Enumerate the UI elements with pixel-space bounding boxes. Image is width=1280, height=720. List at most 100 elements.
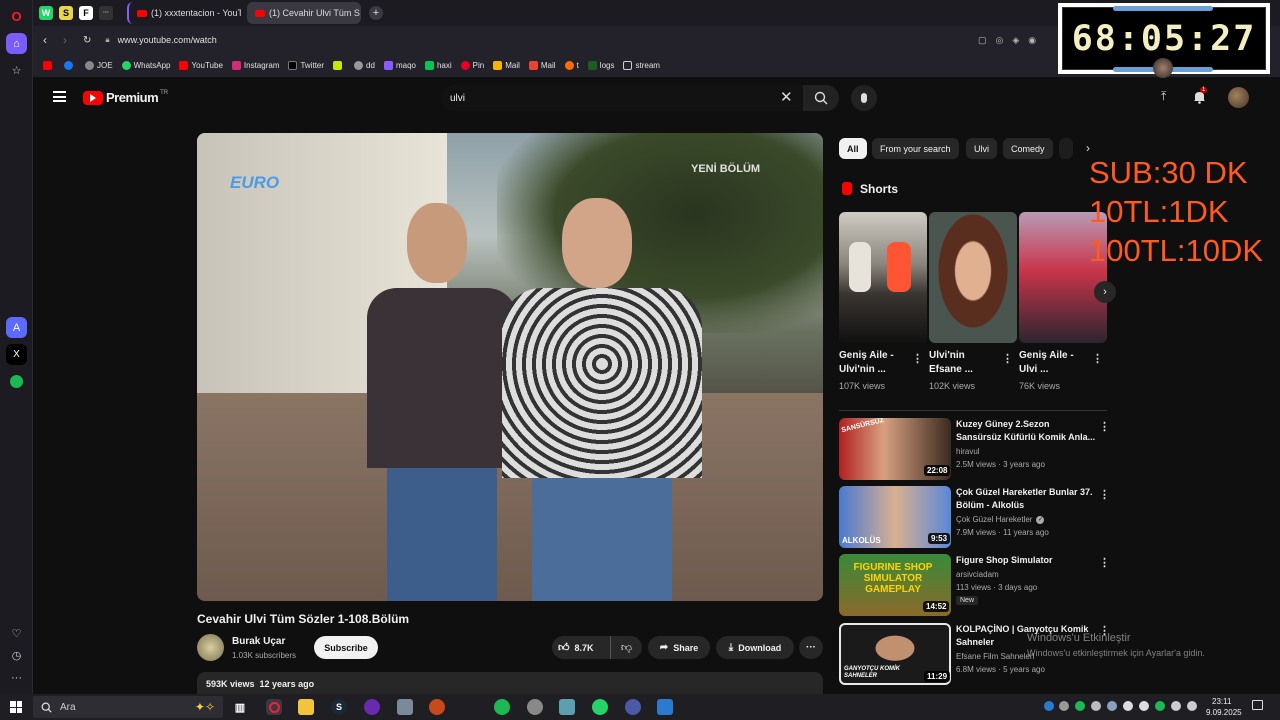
tray-icon-9[interactable] (1171, 701, 1181, 711)
bookmark-instagram[interactable]: Instagram (231, 61, 279, 70)
notification-center-icon[interactable] (1252, 700, 1263, 710)
bookmark-logs[interactable]: logs (587, 61, 614, 70)
tray-icon-1[interactable] (1044, 701, 1054, 711)
bookmark-twitter[interactable]: Twitter (288, 61, 324, 70)
spotify-icon[interactable] (6, 371, 27, 392)
bookmark-maqo[interactable]: maqo (383, 61, 416, 70)
back-icon[interactable]: ‹ (43, 33, 47, 47)
windows-start-icon[interactable] (10, 701, 22, 713)
taskbar-search[interactable]: Ara ✦✧ (33, 696, 223, 718)
chip-comedy[interactable]: Comedy (1003, 138, 1053, 159)
heart-icon[interactable]: ♡ (6, 623, 27, 644)
file-explorer-icon[interactable] (298, 699, 314, 715)
history-icon[interactable]: ◷ (6, 645, 27, 666)
tray-icon-4[interactable] (1091, 701, 1101, 711)
pinned-tab-s[interactable]: S (59, 6, 73, 20)
tab-xxxtentacion[interactable]: (1) xxxtentacion - YouTube (127, 2, 241, 24)
app-icon-6[interactable] (657, 699, 673, 715)
related-title-3[interactable]: Figure Shop Simulator (956, 554, 1096, 567)
upload-icon[interactable]: ⤒ (1161, 89, 1166, 104)
short-title-1[interactable]: Geniş Aile - Ulvi'nin ... (839, 349, 909, 377)
more-icon[interactable]: ··· (6, 667, 27, 688)
search-button[interactable] (803, 85, 839, 111)
steam-icon[interactable]: S (331, 699, 347, 715)
tray-icon-7[interactable] (1139, 701, 1149, 711)
discord-icon[interactable] (364, 699, 380, 715)
voice-search-button[interactable] (851, 85, 877, 111)
related-menu-icon-3[interactable]: ⋮ (1099, 556, 1110, 569)
tray-icon-8[interactable] (1155, 701, 1165, 711)
bookmark-facebook[interactable] (64, 61, 76, 70)
youtube-logo[interactable]: Premium TR (83, 90, 168, 105)
related-channel-4[interactable]: Efsane Film Sahneleri (956, 652, 1034, 661)
channel-avatar[interactable] (197, 634, 224, 661)
download-button[interactable]: ⤓ Download (716, 636, 794, 659)
short-title-2[interactable]: Ulvi'nin Efsane ... (929, 349, 999, 377)
forward-icon[interactable]: › (63, 33, 67, 47)
bookmark-mail-1[interactable]: Mail (493, 61, 520, 70)
pinned-tab-whatsapp[interactable]: W (39, 6, 53, 20)
bookmark-green[interactable] (333, 61, 345, 70)
chip-from-your-search[interactable]: From your search (872, 138, 959, 159)
pinboard-icon[interactable]: ☆ (6, 60, 27, 81)
bookmark-pin[interactable]: Pin (460, 61, 484, 70)
avatar[interactable] (1228, 87, 1249, 108)
search-input[interactable] (450, 90, 770, 106)
dislike-button[interactable]: 👎︎ (610, 636, 642, 659)
whatsapp-taskbar-icon[interactable] (592, 699, 608, 715)
share-button[interactable]: ➦ Share (648, 636, 710, 659)
url-field[interactable]: www.youtube.com/watch (118, 35, 217, 45)
like-button[interactable]: 👍︎ 8.7K (558, 641, 594, 654)
reload-icon[interactable]: ↻ (83, 35, 91, 46)
aria-icon[interactable]: A (6, 317, 27, 338)
tray-icon-3[interactable] (1075, 701, 1085, 711)
related-channel-1[interactable]: hiravul (956, 447, 980, 456)
more-actions-button[interactable]: ··· (799, 636, 823, 659)
pinned-tab-f[interactable]: F (79, 6, 93, 20)
subscribe-button[interactable]: Subscribe (314, 636, 378, 659)
short-title-3[interactable]: Geniş Aile - Ulvi ... (1019, 349, 1089, 377)
app-icon-4[interactable] (559, 699, 575, 715)
x-twitter-icon[interactable]: X (6, 344, 27, 365)
related-menu-icon-2[interactable]: ⋮ (1099, 488, 1110, 501)
chip-all[interactable]: All (839, 138, 867, 159)
opera-taskbar-icon[interactable] (266, 699, 282, 715)
chip-ulvi[interactable]: Ulvi (966, 138, 997, 159)
task-view-icon[interactable]: ▥ (232, 699, 248, 715)
short-thumbnail-1[interactable] (839, 212, 927, 343)
chip-truncated[interactable] (1059, 138, 1073, 159)
bookmark-youtube-red[interactable] (43, 61, 55, 70)
new-tab-button[interactable]: + (369, 6, 383, 20)
related-menu-icon-1[interactable]: ⋮ (1099, 420, 1110, 433)
tray-icon-5[interactable] (1107, 701, 1117, 711)
app-icon-2[interactable] (429, 699, 445, 715)
short-menu-icon-1[interactable]: ⋮ (912, 352, 923, 365)
tray-icon-6[interactable] (1123, 701, 1133, 711)
app-icon-3[interactable] (527, 699, 543, 715)
short-thumbnail-2[interactable] (929, 212, 1017, 343)
bookmark-dd[interactable]: dd (354, 61, 375, 70)
channel-name[interactable]: Burak Uçar (232, 636, 285, 647)
taskbar-time[interactable]: 23:11 (1212, 697, 1231, 706)
video-player[interactable]: EURO YENİ BÖLÜM (197, 133, 823, 601)
toolbar-icons[interactable]: ▢◎◈◉ (978, 35, 1045, 46)
tray-icon-2[interactable] (1059, 701, 1069, 711)
menu-icon[interactable] (53, 91, 66, 102)
home-icon[interactable]: ⌂ (6, 33, 27, 54)
bookmark-t[interactable]: t (564, 61, 579, 70)
taskbar-date[interactable]: 9.09.2025 (1206, 708, 1242, 717)
app-icon-1[interactable] (397, 699, 413, 715)
tab-cevahir-ulvi[interactable]: (1) Cevahir Ulvi Tüm S (247, 2, 361, 24)
related-channel-3[interactable]: arsivciadam (956, 570, 999, 579)
spotify-taskbar-icon[interactable] (494, 699, 510, 715)
clear-search-icon[interactable]: ✕ (780, 88, 793, 106)
bookmark-mail-2[interactable]: Mail (528, 61, 556, 70)
bookmark-haxi[interactable]: haxi (424, 61, 452, 70)
related-channel-2[interactable]: Çok Güzel Hareketler ✓ (956, 515, 1045, 524)
related-title-2[interactable]: Çok Güzel Hareketler Bunlar 37. Bölüm - … (956, 486, 1096, 512)
chips-next-icon[interactable]: › (1086, 141, 1090, 155)
short-menu-icon-2[interactable]: ⋮ (1002, 352, 1013, 365)
tray-icon-10[interactable] (1187, 701, 1197, 711)
shorts-next-button[interactable]: › (1094, 281, 1116, 303)
opera-logo-icon[interactable]: O (6, 6, 27, 27)
